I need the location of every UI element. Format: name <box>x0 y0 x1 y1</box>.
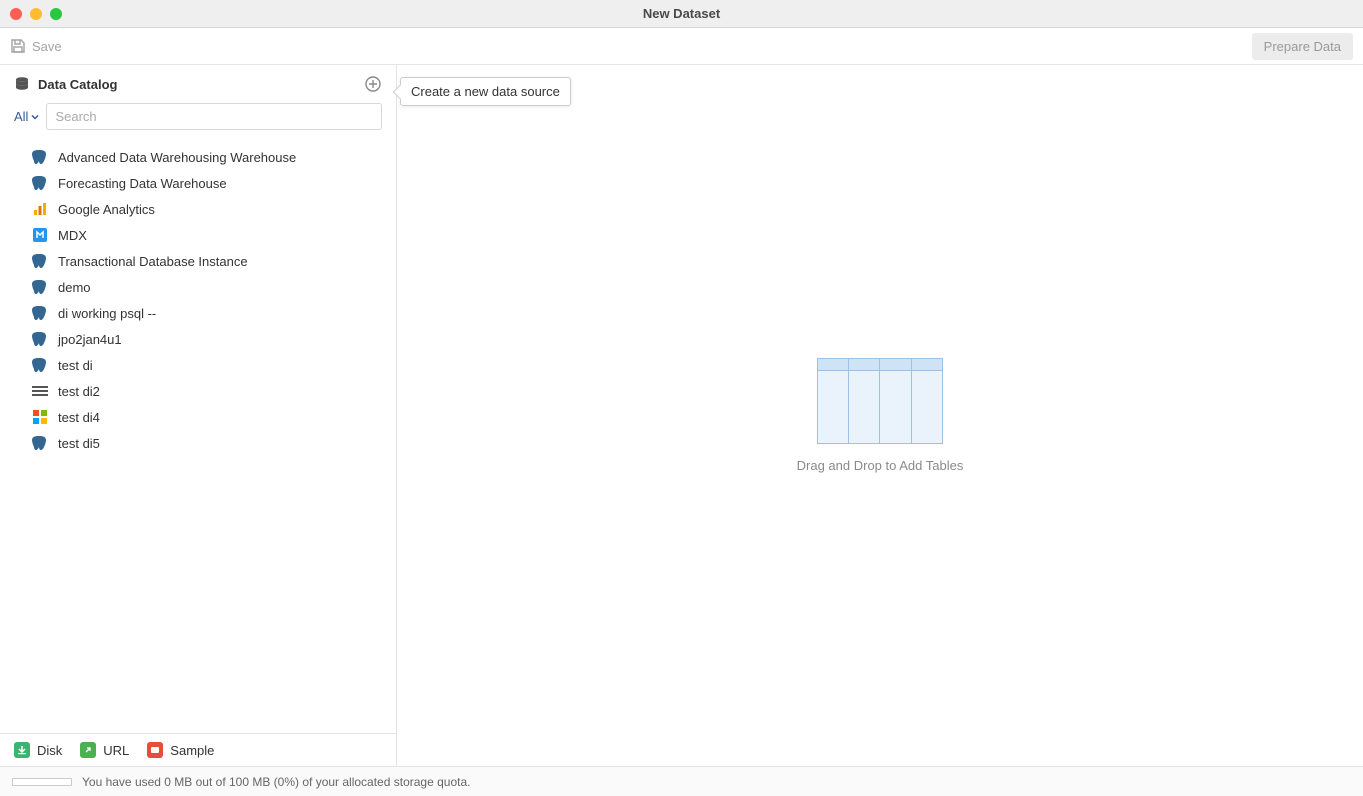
toolbar: Save Prepare Data <box>0 28 1363 65</box>
prepare-data-button[interactable]: Prepare Data <box>1252 33 1353 60</box>
catalog-item-label: Google Analytics <box>58 202 155 217</box>
search-row: All <box>0 99 396 138</box>
ibm-icon <box>32 383 48 399</box>
drop-hint-text: Drag and Drop to Add Tables <box>797 458 964 473</box>
close-window-button[interactable] <box>10 8 22 20</box>
catalog-item-label: test di2 <box>58 384 100 399</box>
catalog-item-label: Transactional Database Instance <box>58 254 248 269</box>
mdx-icon <box>32 227 48 243</box>
drop-placeholder: Drag and Drop to Add Tables <box>797 358 964 473</box>
search-input[interactable] <box>46 103 382 130</box>
catalog-item-label: test di <box>58 358 93 373</box>
add-data-source-button[interactable] <box>364 75 382 93</box>
quota-progress-bar <box>12 778 72 786</box>
catalog-item[interactable]: test di <box>0 352 396 378</box>
catalog-item[interactable]: test di4 <box>0 404 396 430</box>
disk-source-button[interactable]: Disk <box>14 742 62 758</box>
catalog-item-label: test di4 <box>58 410 100 425</box>
url-icon <box>80 742 96 758</box>
postgres-icon <box>32 331 48 347</box>
catalog-item-label: Advanced Data Warehousing Warehouse <box>58 150 296 165</box>
chevron-down-icon <box>30 112 40 122</box>
maximize-window-button[interactable] <box>50 8 62 20</box>
catalog-item[interactable]: Forecasting Data Warehouse <box>0 170 396 196</box>
catalog-item-label: di working psql -- <box>58 306 156 321</box>
save-icon <box>10 38 26 54</box>
window-controls <box>0 8 62 20</box>
filter-dropdown[interactable]: All <box>14 109 40 124</box>
postgres-icon <box>32 305 48 321</box>
postgres-icon <box>32 253 48 269</box>
sidebar-footer: Disk URL Sample <box>0 733 396 766</box>
ga-icon <box>32 201 48 217</box>
save-label: Save <box>32 39 62 54</box>
sample-source-button[interactable]: Sample <box>147 742 214 758</box>
table-graphic-icon <box>817 358 943 444</box>
database-icon <box>14 76 30 92</box>
postgres-icon <box>32 175 48 191</box>
disk-icon <box>14 742 30 758</box>
catalog-item[interactable]: demo <box>0 274 396 300</box>
window-title: New Dataset <box>0 6 1363 21</box>
save-button[interactable]: Save <box>10 38 62 54</box>
ms-icon <box>32 409 48 425</box>
quota-text: You have used 0 MB out of 100 MB (0%) of… <box>82 775 470 789</box>
statusbar: You have used 0 MB out of 100 MB (0%) of… <box>0 766 1363 796</box>
main-area: Data Catalog All Advanced Data Warehousi… <box>0 65 1363 766</box>
sample-icon <box>147 742 163 758</box>
postgres-icon <box>32 279 48 295</box>
catalog-item-label: test di5 <box>58 436 100 451</box>
catalog-title: Data Catalog <box>14 76 117 92</box>
catalog-header: Data Catalog <box>0 65 396 99</box>
catalog-item-label: jpo2jan4u1 <box>58 332 122 347</box>
catalog-item-label: demo <box>58 280 91 295</box>
postgres-icon <box>32 149 48 165</box>
catalog-item[interactable]: Advanced Data Warehousing Warehouse <box>0 144 396 170</box>
tooltip: Create a new data source <box>400 77 571 106</box>
catalog-list: Advanced Data Warehousing Warehouse Forec… <box>0 138 396 733</box>
catalog-item[interactable]: test di2 <box>0 378 396 404</box>
catalog-item-label: MDX <box>58 228 87 243</box>
catalog-item[interactable]: di working psql -- <box>0 300 396 326</box>
postgres-icon <box>32 357 48 373</box>
catalog-item[interactable]: MDX <box>0 222 396 248</box>
titlebar: New Dataset <box>0 0 1363 28</box>
minimize-window-button[interactable] <box>30 8 42 20</box>
canvas[interactable]: Drag and Drop to Add Tables <box>397 65 1363 766</box>
catalog-item[interactable]: test di5 <box>0 430 396 456</box>
sidebar: Data Catalog All Advanced Data Warehousi… <box>0 65 397 766</box>
catalog-item[interactable]: jpo2jan4u1 <box>0 326 396 352</box>
catalog-item[interactable]: Google Analytics <box>0 196 396 222</box>
postgres-icon <box>32 435 48 451</box>
catalog-item-label: Forecasting Data Warehouse <box>58 176 227 191</box>
catalog-item[interactable]: Transactional Database Instance <box>0 248 396 274</box>
url-source-button[interactable]: URL <box>80 742 129 758</box>
